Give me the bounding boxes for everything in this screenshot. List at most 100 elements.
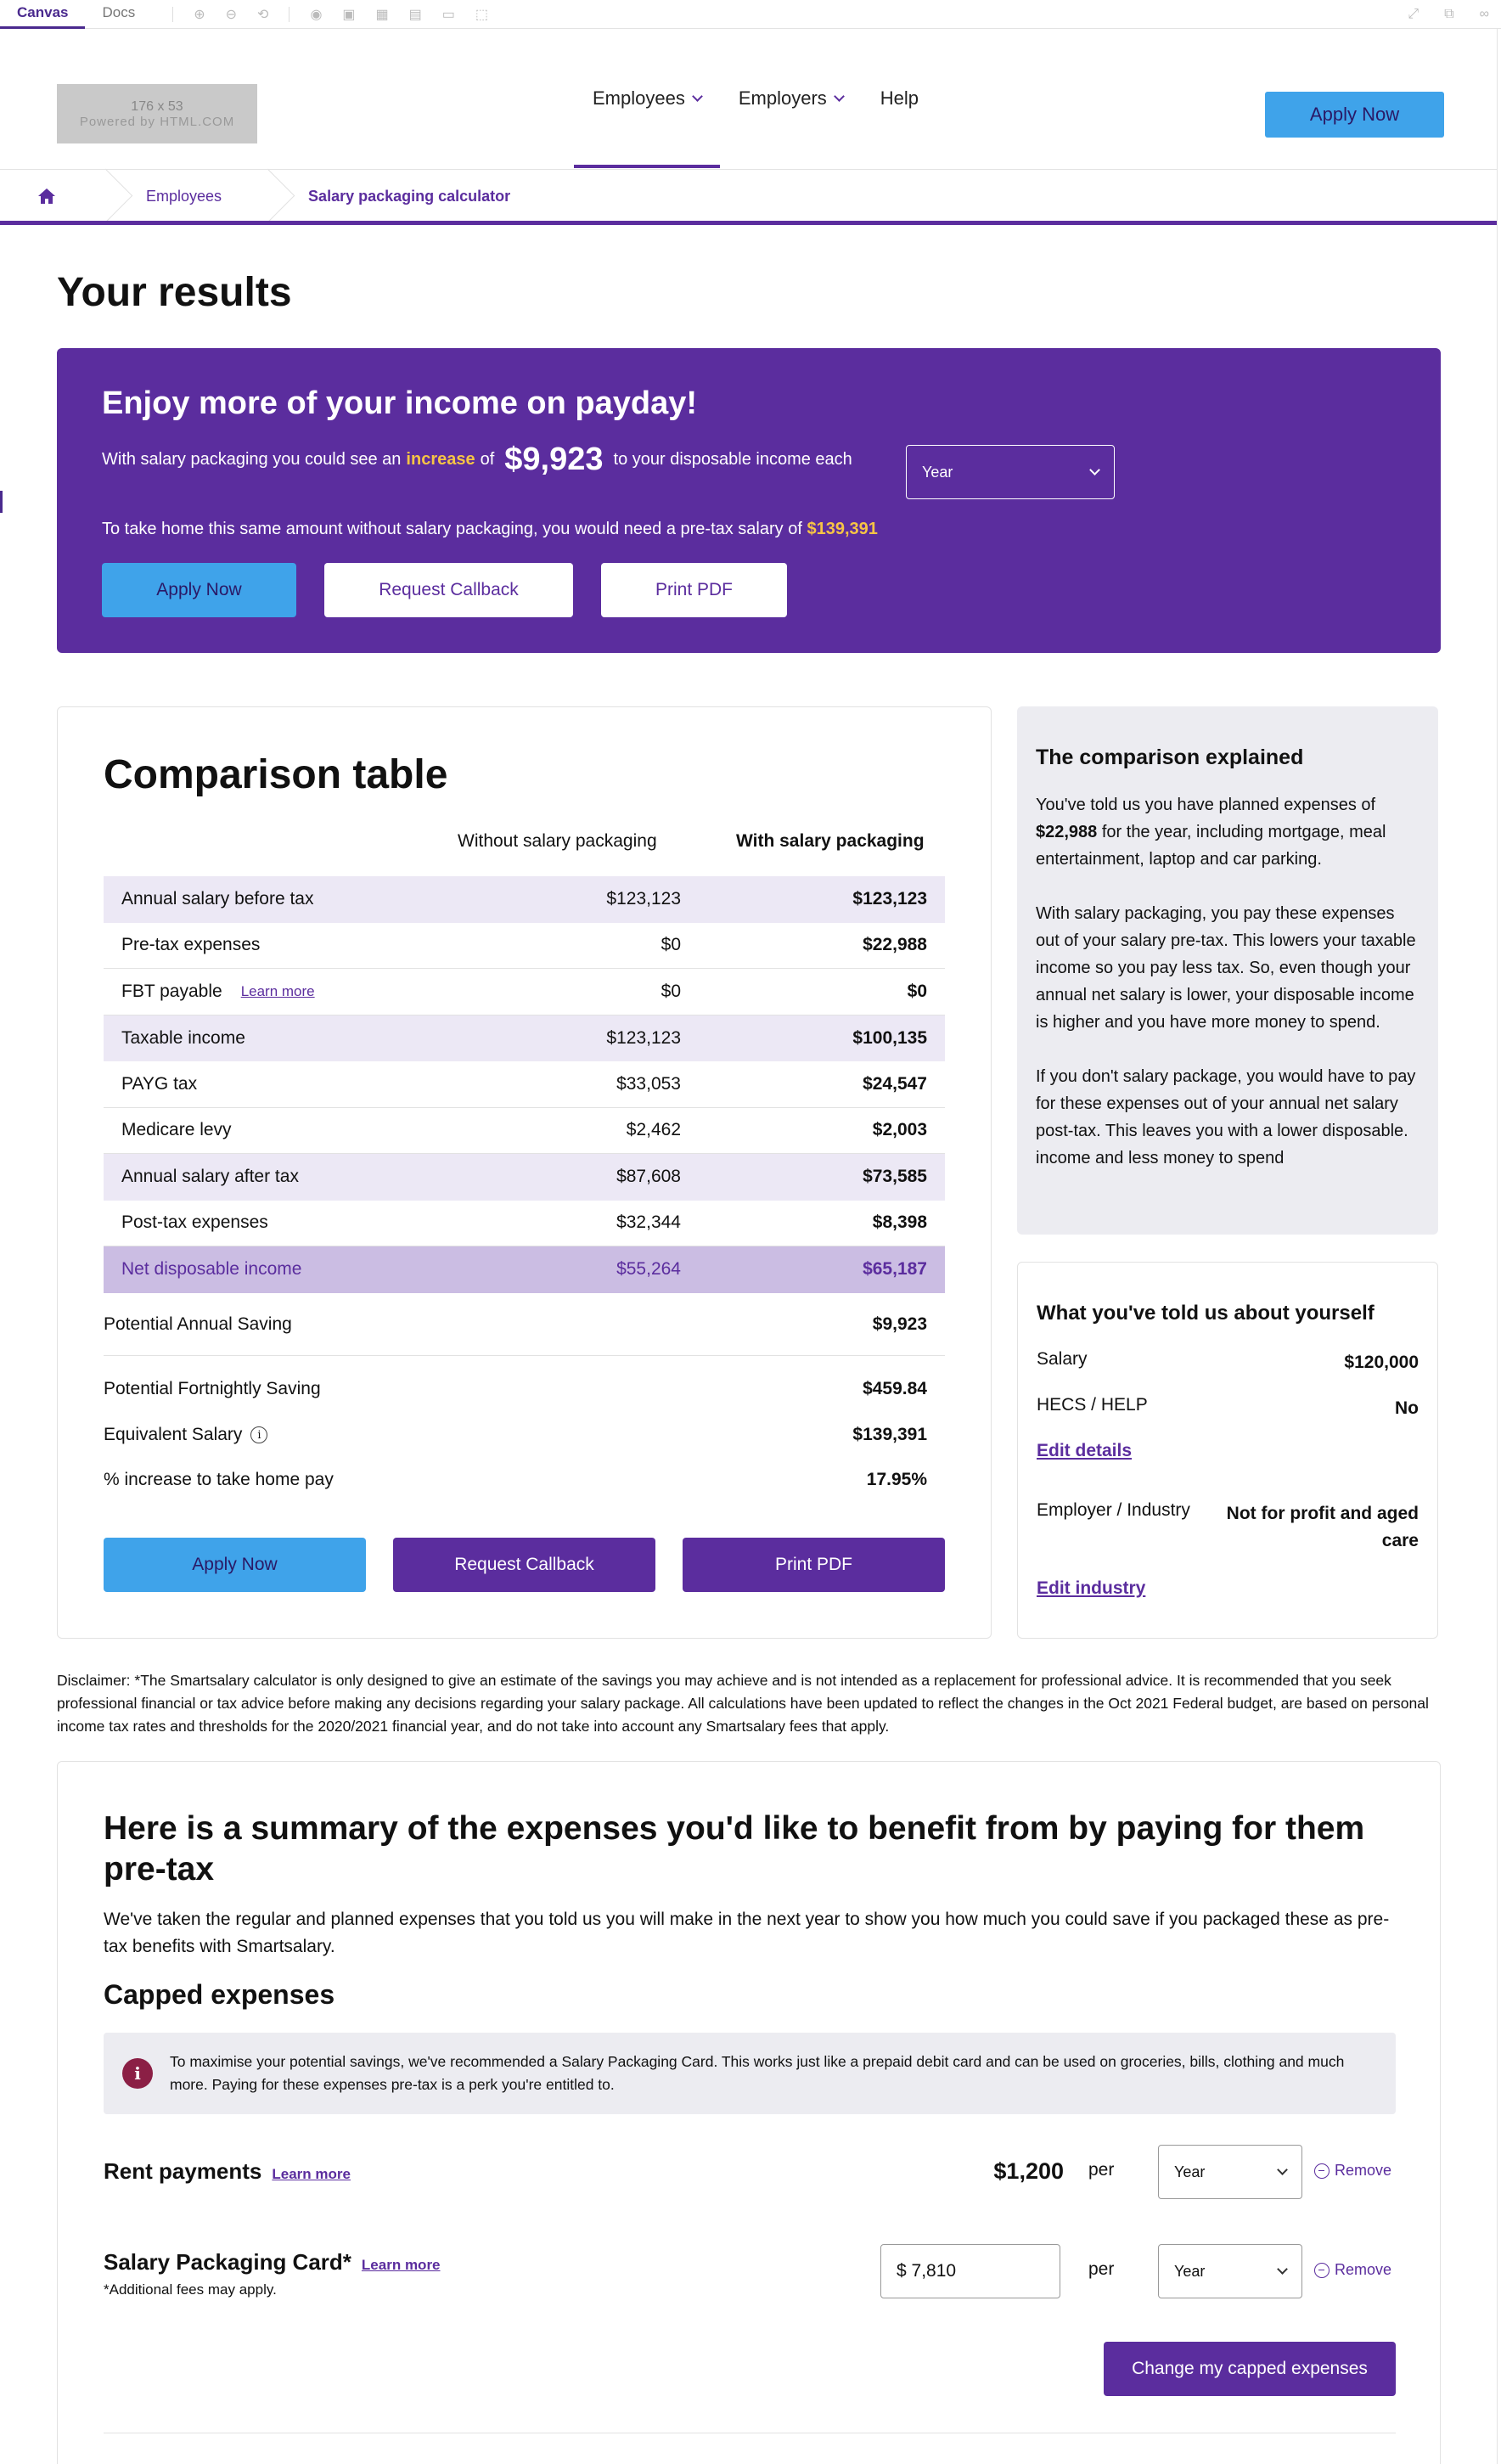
value-without: $2,462: [626, 1120, 681, 1140]
table-row: Pre-tax expenses $0 $22,988: [104, 923, 945, 969]
link-icon[interactable]: ∞: [1480, 7, 1489, 22]
value-without: $0: [661, 981, 681, 1001]
remove-icon: [1314, 2163, 1330, 2179]
select-icon[interactable]: ⬚: [475, 6, 488, 23]
nav-employees[interactable]: Employees: [574, 29, 720, 168]
saving-value: 17.95%: [866, 1470, 927, 1489]
table-row: Medicare levy $2,462 $2,003: [104, 1108, 945, 1154]
summary-text: We've taken the regular and planned expe…: [104, 1910, 1390, 1956]
row-label: Annual salary after tax: [121, 1167, 299, 1187]
card-amount-input[interactable]: $ 7,810: [880, 2244, 1060, 2298]
banner-text: To take home this same amount without sa…: [102, 520, 802, 538]
expense-amount: $1,200: [993, 2158, 1064, 2184]
image-icon[interactable]: ▣: [342, 6, 355, 23]
row-label: Medicare levy: [121, 1120, 232, 1140]
nav-help[interactable]: Help: [862, 29, 937, 168]
expense-period-select[interactable]: Year: [1158, 2145, 1302, 2199]
saving-label-wrap: Equivalent Salary i: [104, 1425, 852, 1445]
value-with: $0: [907, 981, 927, 1001]
table-row: Annual salary after tax $87,608 $73,585: [104, 1154, 945, 1201]
saving-label: % increase to take home pay: [104, 1470, 334, 1489]
comparison-table: Annual salary before tax $123,123 $123,1…: [104, 876, 945, 1293]
external-link-icon[interactable]: ⧉: [1444, 7, 1453, 22]
banner-pretax-amount: $139,391: [807, 520, 878, 538]
print-pdf-button[interactable]: Print PDF: [601, 563, 787, 617]
logo-placeholder[interactable]: 176 x 53 Powered by HTML.COM: [57, 84, 257, 143]
breadcrumb-accent-bar: [0, 221, 1497, 225]
value-without: $87,608: [616, 1167, 681, 1187]
table-row: Post-tax expenses $32,344 $8,398: [104, 1201, 945, 1246]
remove-card-button[interactable]: Remove: [1314, 2261, 1391, 2279]
request-callback-button[interactable]: Request Callback: [324, 563, 573, 617]
editor-right-tools: ⤢ ⧉ ∞: [1408, 7, 1501, 22]
row-label: Post-tax expenses: [121, 1212, 268, 1233]
capped-expenses-title: Capped expenses: [104, 1979, 335, 2010]
expense-title: Salary Packaging Card*: [104, 2249, 351, 2275]
change-capped-expenses-button[interactable]: Change my capped expenses: [1104, 2342, 1396, 2396]
tab-docs[interactable]: Docs: [85, 0, 152, 29]
edit-details-link[interactable]: Edit details: [1037, 1441, 1132, 1461]
explained-paragraph: You've told us you have planned expenses…: [1036, 791, 1419, 873]
banner-increase-text: With salary packaging you could see an i…: [102, 442, 852, 478]
about-label: Employer / Industry: [1037, 1500, 1190, 1520]
apply-now-button[interactable]: Apply Now: [102, 563, 296, 617]
about-row-hecs: HECS / HELP No: [1037, 1395, 1419, 1422]
nav-employers[interactable]: Employers: [720, 29, 862, 168]
card-learn-more-link[interactable]: Learn more: [362, 2257, 441, 2274]
page-title: Your results: [57, 270, 292, 315]
expenses-summary-card: Here is a summary of the expenses you'd …: [57, 1761, 1441, 2464]
explained-paragraph: With salary packaging, you pay these exp…: [1036, 904, 1416, 1032]
accessibility-icon[interactable]: ◉: [310, 6, 322, 23]
apply-now-button[interactable]: Apply Now: [104, 1538, 366, 1592]
grid-icon[interactable]: ▦: [376, 6, 389, 23]
remove-rent-button[interactable]: Remove: [1314, 2162, 1391, 2180]
disclaimer: Disclaimer: *The Smartsalary calculator …: [57, 1672, 1429, 1735]
print-pdf-button[interactable]: Print PDF: [683, 1538, 945, 1592]
page: 176 x 53 Powered by HTML.COM Employees E…: [0, 29, 1501, 2464]
about-you-card: What you've told us about yourself Salar…: [1017, 1262, 1438, 1639]
layout-icon[interactable]: ▭: [442, 6, 455, 23]
column-header-with: With salary packaging: [736, 831, 925, 851]
form-icon[interactable]: ▤: [409, 6, 422, 23]
saving-value: $9,923: [872, 1314, 927, 1334]
period-select[interactable]: Year: [906, 445, 1115, 499]
chevron-down-icon: [1277, 2264, 1288, 2275]
banner-pretax-text: To take home this same amount without sa…: [102, 520, 878, 539]
expense-per: per: [1088, 2259, 1115, 2279]
value-with: $8,398: [872, 1212, 927, 1233]
period-value: Year: [1174, 2163, 1206, 2180]
period-value: Year: [1174, 2262, 1206, 2280]
saving-row-fortnightly: Potential Fortnightly Saving $459.84: [104, 1379, 945, 1399]
fullscreen-icon[interactable]: ⤢: [1408, 7, 1419, 22]
zoom-out-icon[interactable]: ⊖: [226, 6, 237, 23]
banner-text: to your disposable income each: [613, 450, 852, 469]
edit-industry-link[interactable]: Edit industry: [1037, 1578, 1145, 1599]
value-with: $2,003: [872, 1120, 927, 1140]
banner-heading: Enjoy more of your income on payday!: [102, 385, 698, 421]
tab-canvas[interactable]: Canvas: [0, 0, 86, 29]
saving-value: $139,391: [852, 1425, 927, 1444]
about-row-industry: Employer / Industry Not for profit and a…: [1037, 1500, 1419, 1555]
table-row-net-disposable: Net disposable income $55,264 $65,187: [104, 1246, 945, 1293]
value-without: $0: [661, 935, 681, 955]
rent-learn-more-link[interactable]: Learn more: [272, 2166, 351, 2183]
expense-name: Salary Packaging Card* Learn more: [104, 2249, 441, 2276]
zoom-reset-icon[interactable]: ⟲: [257, 6, 268, 23]
value-without: $32,344: [616, 1212, 681, 1233]
breadcrumb-employees[interactable]: Employees: [112, 188, 256, 205]
expense-period-select[interactable]: Year: [1158, 2244, 1302, 2298]
chevron-down-icon: [691, 90, 703, 102]
zoom-in-icon[interactable]: ⊕: [194, 6, 205, 23]
summary-title: Here is a summary of the expenses you'd …: [104, 1810, 1365, 1887]
banner-text: of: [480, 450, 495, 469]
breadcrumb-current: Salary packaging calculator: [308, 187, 511, 205]
chevron-down-icon: [1277, 2164, 1288, 2175]
banner-text: With salary packaging you could see an: [102, 450, 402, 469]
info-icon[interactable]: i: [250, 1426, 268, 1443]
value-with: $100,135: [852, 1027, 927, 1048]
fbt-learn-more-link[interactable]: Learn more: [241, 983, 315, 1000]
header-apply-button[interactable]: Apply Now: [1265, 92, 1444, 138]
request-callback-button[interactable]: Request Callback: [393, 1538, 655, 1592]
savings-divider: [104, 1355, 945, 1356]
editor-tools: ⊕ ⊖ ⟲ ◉ ▣ ▦ ▤ ▭ ⬚: [172, 6, 488, 23]
